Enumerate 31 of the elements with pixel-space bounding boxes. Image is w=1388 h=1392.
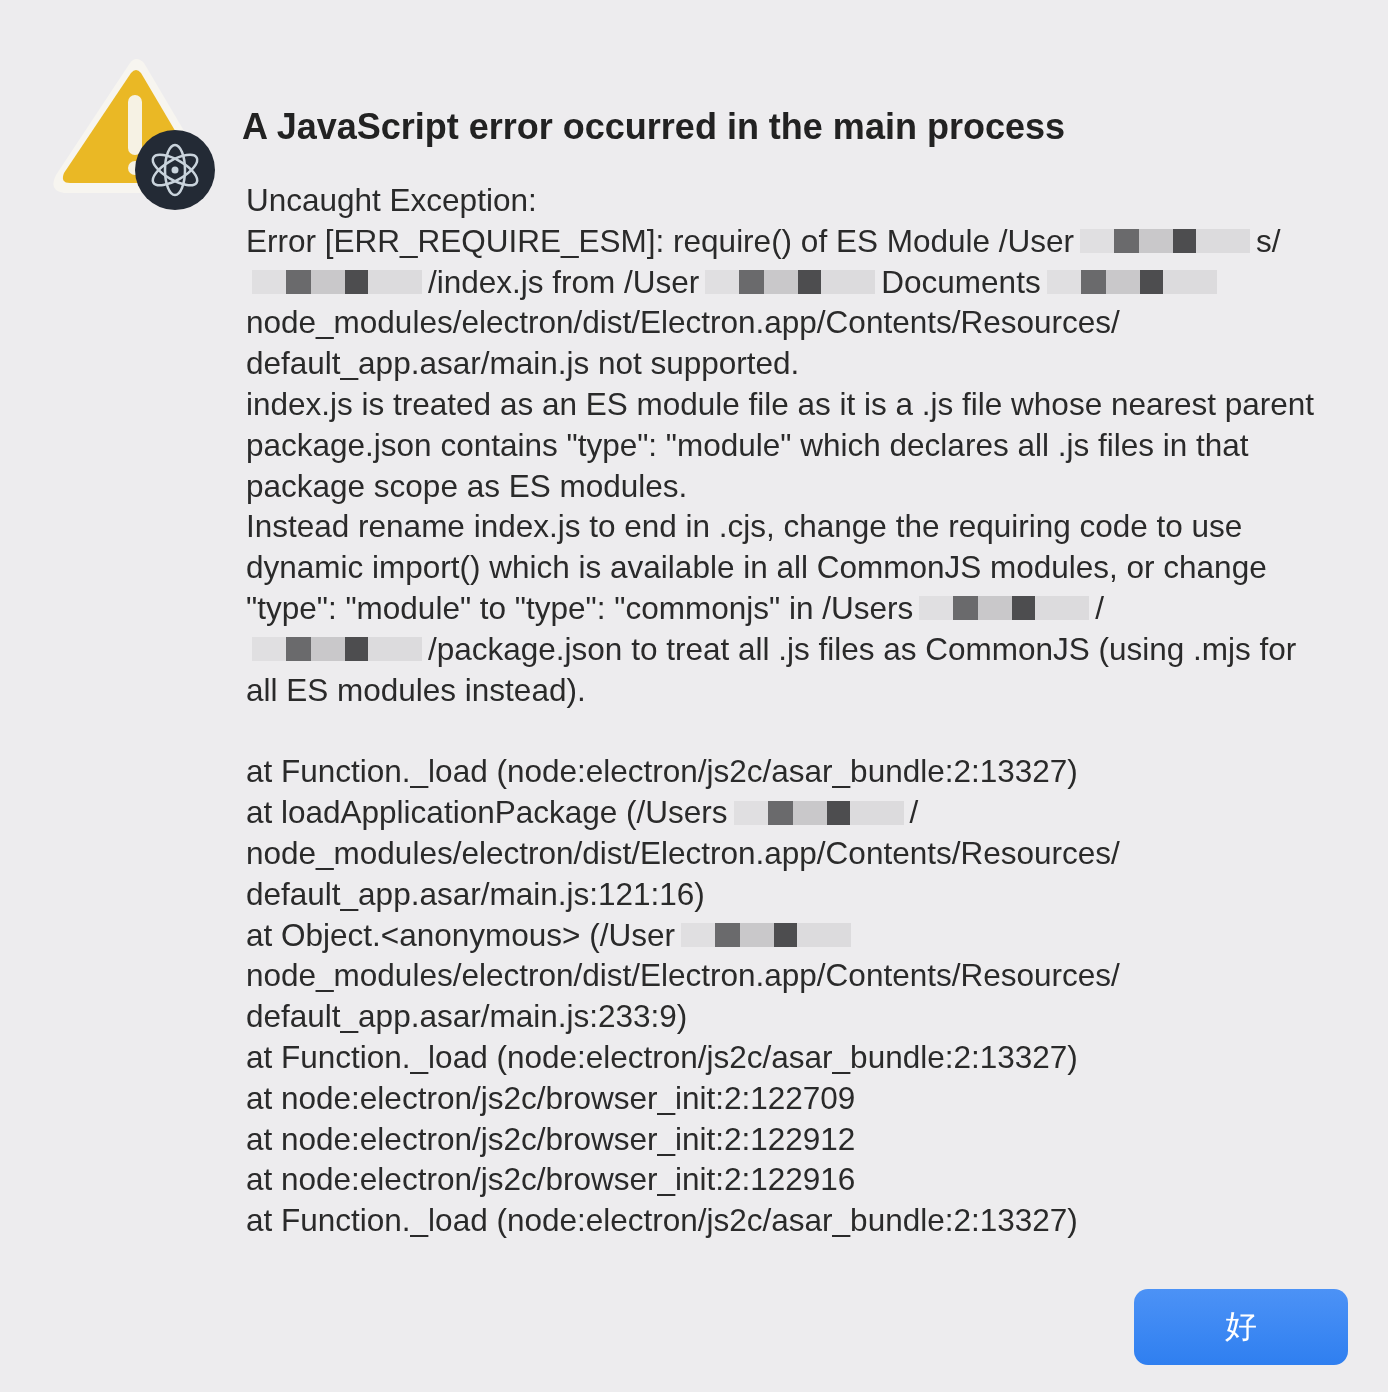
message-text: "type": "module" to "type": "commonjs" in /Users [246,588,914,628]
stack-trace-line: default_app.asar/main.js:121:16) [246,874,705,914]
dialog-title: A JavaScript error occurred in the main process [242,107,1066,147]
stack-trace-line: at node:electron/js2c/browser_init:2:122916 [246,1160,856,1200]
message-text: node_modules/electron/dist/Electron.app/Contents/Resources/ [246,303,1120,343]
stack-trace-line: at node:electron/js2c/browser_init:2:122912 [246,1119,856,1159]
stack-trace-line: at Object.<anonymous> (/User [246,915,675,955]
message-text: Instead rename index.js to end in .cjs, change the requiring code to use [246,507,1243,547]
message-text: / [1095,588,1104,628]
stack-trace-line: node_modules/electron/dist/Electron.app/Contents/Resources/ [246,956,1120,996]
stack-trace-line: at Function._load (node:electron/js2c/asar_bundle:2:13327) [246,1037,1078,1077]
message-text: /package.json to treat all .js files as CommonJS (using .mjs for [428,629,1297,669]
message-text: /index.js from /User [428,262,700,302]
message-text: s/ [1256,221,1281,261]
message-text: package.json contains "type": "module" which declares all .js files in that [246,425,1249,465]
ok-button[interactable]: 好 [1134,1288,1348,1365]
message-text: index.js is treated as an ES module file as it is a .js file whose nearest parent [246,385,1315,424]
message-text: all ES modules instead). [246,670,586,710]
message-text: Uncaught Exception: [246,181,537,220]
message-text: default_app.asar/main.js not supported. [246,344,800,384]
stack-trace-line: default_app.asar/main.js:233:9) [246,997,688,1037]
stack-trace-line: at Function._load (node:electron/js2c/asar_bundle:2:13327) [246,752,1078,792]
stack-trace-line: / [909,793,919,833]
stack-trace-line: node_modules/electron/dist/Electron.app/Contents/Resources/ [246,833,1120,873]
message-text: Documents [881,262,1041,302]
message-text: Error [ERR_REQUIRE_ESM]: require() of ES Module /User [246,221,1074,261]
stack-trace-line: at loadApplicationPackage (/Users [246,793,728,833]
message-text: dynamic import() which is available in all CommonJS modules, or change [246,548,1267,588]
stack-trace-line: at node:electron/js2c/browser_init:2:122709 [246,1078,856,1118]
message-text: package scope as ES modules. [246,466,688,506]
stack-trace-line: at Function._load (node:electron/js2c/asar_bundle:2:13327) [246,1201,1078,1241]
